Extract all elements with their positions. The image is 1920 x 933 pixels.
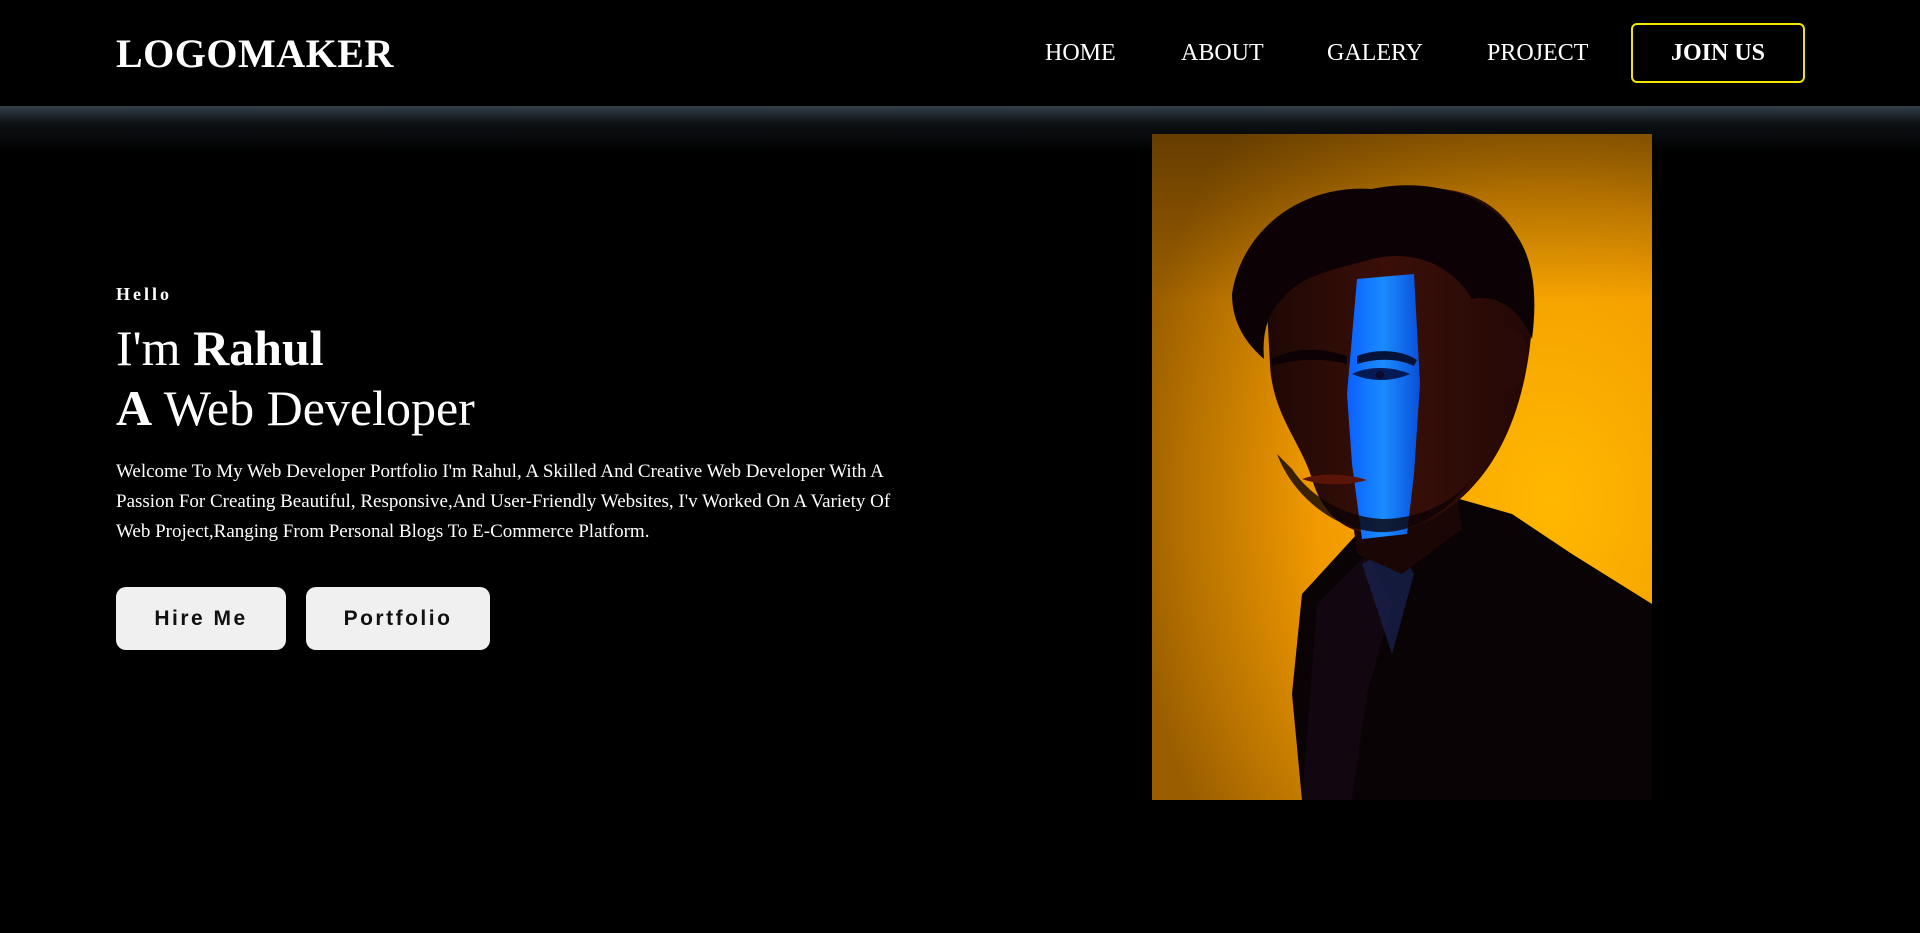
greeting: Hello [116, 284, 172, 304]
nav-home[interactable]: HOME [1045, 36, 1116, 70]
portrait-photo [1152, 134, 1652, 800]
portfolio-button[interactable]: Portfolio [306, 587, 490, 650]
site-header: LOGOMAKER HOME ABOUT GALERY PROJECT JOIN… [0, 0, 1920, 106]
nav-project[interactable]: PROJECT [1487, 36, 1588, 70]
role-article: A [116, 380, 153, 436]
portrait-photo-icon [1152, 134, 1652, 800]
portfolio-page: LOGOMAKER HOME ABOUT GALERY PROJECT JOIN… [0, 0, 1920, 933]
nav-galery[interactable]: GALERY [1327, 36, 1423, 70]
join-us-button[interactable]: JOIN US [1631, 23, 1805, 83]
intro-text: Welcome To My Web Developer Portfolio I'… [116, 461, 891, 542]
hero-headline: I'm Rahul A Web Developer [116, 318, 475, 438]
headline-prefix: I'm [116, 320, 194, 376]
headline-name-line: I'm Rahul [116, 318, 475, 378]
hero-name: Rahul [193, 320, 324, 376]
nav-about[interactable]: ABOUT [1181, 36, 1264, 70]
logo[interactable]: LOGOMAKER [116, 28, 394, 80]
hero-role: Web Developer [152, 380, 475, 436]
hire-me-button[interactable]: Hire Me [116, 587, 286, 650]
headline-role-line: A Web Developer [116, 378, 475, 438]
